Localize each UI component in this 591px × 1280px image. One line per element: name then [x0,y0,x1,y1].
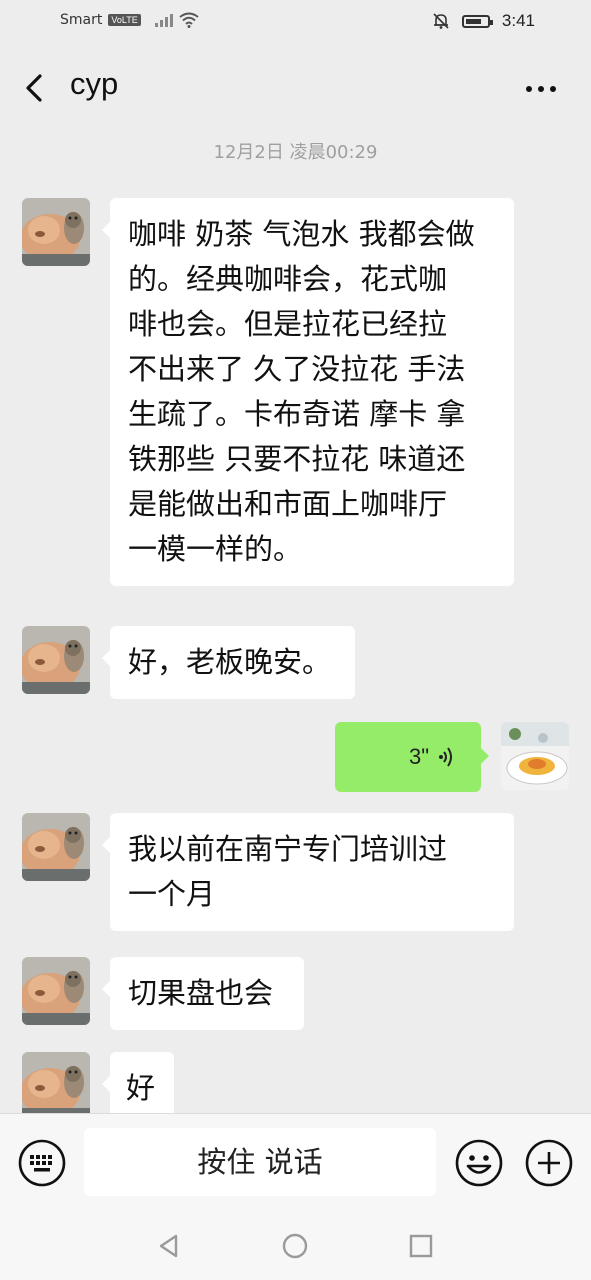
contact-avatar[interactable] [22,626,90,694]
status-bar: Smart VoLTE 3:41 [0,0,591,44]
volte-badge: VoLTE [108,14,141,26]
nav-recent-icon[interactable] [408,1233,434,1259]
mute-bell-icon [433,13,449,29]
message-bubble[interactable]: 咖啡 奶茶 气泡水 我都会做 的。经典咖啡会，花式咖 啡也会。但是拉花已经拉 不… [102,198,514,586]
signal-icon [154,13,173,27]
status-time: 3:41 [501,11,535,30]
message-bubble[interactable]: 我以前在南宁专门培训过 一个月 [102,813,514,931]
status-left: Smart VoLTE [60,12,199,28]
contact-avatar[interactable] [22,1052,90,1120]
status-right: 3:41 [432,11,535,31]
chevron-left-icon[interactable] [18,68,52,108]
contact-avatar[interactable] [22,198,90,266]
emoji-icon[interactable] [455,1139,503,1187]
contact-avatar[interactable] [22,957,90,1025]
plus-icon[interactable] [525,1139,573,1187]
message-bubble[interactable]: 切果盘也会 [102,957,304,1030]
chat-title: cyp [70,66,119,101]
nav-home-icon[interactable] [282,1233,308,1259]
wifi-icon [179,12,199,28]
battery-icon [461,14,493,28]
input-bar: 按住 说话 [0,1113,591,1212]
voice-duration: 3" [408,744,429,769]
chat-header: cyp [0,50,591,126]
hold-to-talk-button[interactable]: 按住 说话 [84,1128,436,1196]
voice-wave-icon [439,747,452,767]
keyboard-icon[interactable] [18,1139,66,1187]
carrier-label: Smart [60,12,103,28]
ellipsis-icon[interactable] [521,74,561,104]
message-bubble[interactable]: 好，老板晚安。 [102,626,355,699]
voice-message-bubble[interactable]: 3" [335,722,489,792]
contact-avatar[interactable] [22,813,90,881]
nav-back-icon[interactable] [156,1233,182,1259]
system-nav-bar [0,1211,591,1280]
message-timestamp: 12月2日 凌晨00:29 [213,142,378,163]
my-avatar[interactable] [501,722,569,790]
